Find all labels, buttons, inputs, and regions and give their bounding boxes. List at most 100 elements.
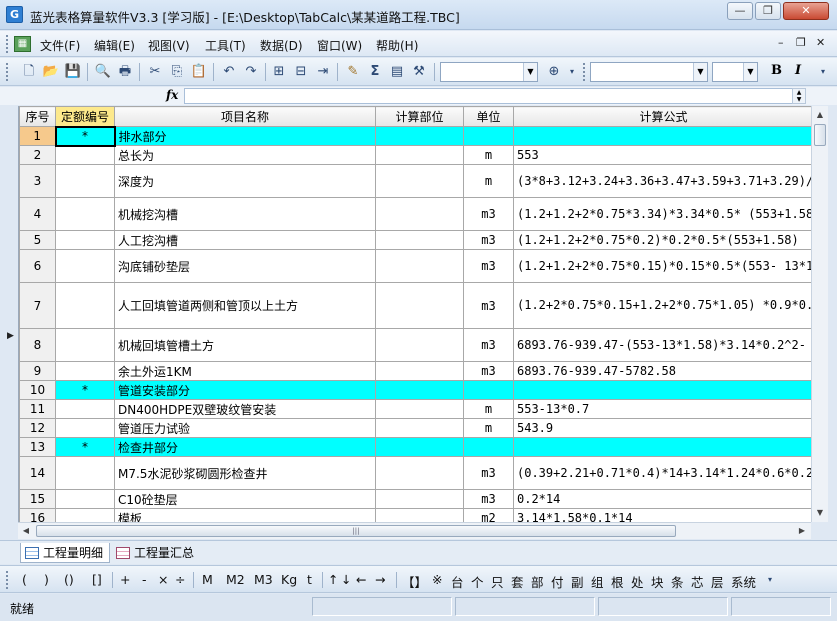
- unit-cell[interactable]: m3: [463, 361, 514, 381]
- toolbar-grip-handle[interactable]: [6, 571, 9, 589]
- formula-cell[interactable]: (1.2+1.2+2*0.75*3.34)*3.34*0.5* (553+1.5…: [513, 197, 811, 231]
- vertical-scrollbar[interactable]: ▲ ▼: [811, 106, 828, 522]
- formula-cell[interactable]: 6893.76-939.47-5782.58: [513, 361, 811, 381]
- insert-child-icon[interactable]: ⊟: [292, 63, 310, 81]
- document-icon[interactable]: ▦: [14, 36, 31, 52]
- formula-cell[interactable]: (1.2+1.2+2*0.75*0.15)*0.15*0.5*(553- 13*…: [513, 249, 811, 283]
- table-row[interactable]: 14 M7.5水泥砂浆砌圆形检查井 m3 (0.39+2.21+0.71*0.4)*1…: [19, 456, 811, 490]
- table-row[interactable]: 5 人工挖沟槽 m3 (1.2+1.2+2*0.75*0.2)*0.2*0.5*(55…: [19, 230, 811, 250]
- scroll-down-icon[interactable]: ▼: [814, 506, 826, 520]
- arrow-down-symbol[interactable]: ↓: [341, 572, 351, 587]
- row-number-cell[interactable]: 11: [19, 399, 56, 419]
- tools-icon[interactable]: ⚒: [410, 63, 428, 81]
- symbol-left-paren[interactable]: (: [22, 572, 27, 587]
- unit-cell[interactable]: m3: [463, 249, 514, 283]
- row-number-cell[interactable]: 3: [19, 164, 56, 198]
- row-number-cell[interactable]: 4: [19, 197, 56, 231]
- left-splitter[interactable]: ▶: [0, 106, 17, 539]
- word-gen[interactable]: 根: [611, 572, 624, 591]
- table-row[interactable]: 12 管道压力试验 m 543.9: [19, 418, 811, 438]
- item-name-cell[interactable]: 总长为: [114, 145, 376, 165]
- toolbar-overflow-icon[interactable]: ▾: [764, 571, 776, 589]
- copy-icon[interactable]: ⎘: [168, 63, 186, 81]
- unit-cell[interactable]: m: [463, 164, 514, 198]
- row-number-cell[interactable]: 15: [19, 489, 56, 509]
- calc-location-cell[interactable]: [375, 399, 464, 419]
- mdi-minimize-button[interactable]: –: [778, 36, 784, 49]
- mdi-close-button[interactable]: ✕: [816, 36, 825, 49]
- item-name-cell[interactable]: C10砼垫层: [114, 489, 376, 509]
- arrow-up-symbol[interactable]: ↑: [328, 572, 338, 587]
- quota-code-cell[interactable]: *: [55, 437, 115, 457]
- table-row[interactable]: 3 深度为 m (3*8+3.12+3.24+3.36+3.47+3.59+3.71+…: [19, 164, 811, 198]
- section-row[interactable]: 10 * 管道安装部分: [19, 380, 811, 400]
- item-name-cell[interactable]: 机械回填管槽土方: [114, 328, 376, 362]
- word-zhi[interactable]: 只: [491, 572, 504, 591]
- formula-cell[interactable]: 553: [513, 145, 811, 165]
- unit-cell[interactable]: m3: [463, 489, 514, 509]
- item-name-cell[interactable]: 人工回填管道两侧和管顶以上土方: [114, 282, 376, 329]
- delete-row-icon[interactable]: ⇥: [314, 63, 332, 81]
- quota-code-cell[interactable]: [55, 489, 115, 509]
- print-preview-icon[interactable]: 🔍: [94, 63, 112, 81]
- calc-location-cell[interactable]: [375, 145, 464, 165]
- calc-location-cell[interactable]: [375, 197, 464, 231]
- header-item-name[interactable]: 项目名称: [114, 106, 376, 127]
- calc-icon[interactable]: ▤: [388, 63, 406, 81]
- toolbar-overflow-icon[interactable]: ▾: [817, 63, 829, 81]
- tab-quantity-summary[interactable]: 工程量汇总: [112, 543, 200, 563]
- row-number-cell[interactable]: 13: [19, 437, 56, 457]
- table-row[interactable]: 15 C10砼垫层 m3 0.2*14: [19, 489, 811, 509]
- calc-location-cell[interactable]: [375, 380, 464, 400]
- font-size-combobox[interactable]: ▼: [712, 62, 758, 82]
- scroll-right-icon[interactable]: ▶: [796, 525, 808, 537]
- menu-grip-handle[interactable]: [6, 35, 9, 53]
- scroll-up-icon[interactable]: ▲: [814, 108, 826, 122]
- formula-cell[interactable]: (0.39+2.21+0.71*0.4)*14+3.14*1.24*0.6*0.…: [513, 456, 811, 490]
- calc-location-cell[interactable]: [375, 164, 464, 198]
- unit-cell[interactable]: m3: [463, 328, 514, 362]
- word-ge[interactable]: 个: [471, 572, 484, 591]
- calc-location-cell[interactable]: [375, 361, 464, 381]
- cut-icon[interactable]: ✂: [146, 63, 164, 81]
- item-name-cell[interactable]: 沟底铺砂垫层: [114, 249, 376, 283]
- calc-location-cell[interactable]: [375, 418, 464, 438]
- word-chu[interactable]: 处: [631, 572, 644, 591]
- table-row[interactable]: 9 余土外运1KM m3 6893.76-939.47-5782.58: [19, 361, 811, 381]
- unit-m3[interactable]: M3: [254, 572, 273, 587]
- item-name-cell[interactable]: 深度为: [114, 164, 376, 198]
- item-name-cell[interactable]: 管道压力试验: [114, 418, 376, 438]
- menu-view[interactable]: 视图(V): [148, 37, 190, 54]
- formula-cell[interactable]: 3.14*1.58*0.1*14: [513, 508, 811, 522]
- calc-location-cell[interactable]: [375, 328, 464, 362]
- header-formula[interactable]: 计算公式: [513, 106, 811, 127]
- sum-icon[interactable]: Σ: [366, 63, 384, 81]
- row-number-cell[interactable]: 16: [19, 508, 56, 522]
- row-number-cell[interactable]: 1: [19, 126, 56, 146]
- word-ceng[interactable]: 层: [711, 572, 724, 591]
- symbol-multiply[interactable]: ×: [158, 572, 168, 587]
- symbol-right-paren[interactable]: ): [44, 572, 49, 587]
- undo-icon[interactable]: ↶: [220, 63, 238, 81]
- bold-button[interactable]: B: [771, 63, 782, 78]
- chevron-down-icon[interactable]: ▼: [693, 63, 707, 81]
- word-fu[interactable]: 付: [551, 572, 564, 591]
- toolbar-overflow-icon[interactable]: ▾: [566, 63, 578, 81]
- horizontal-scrollbar[interactable]: ◀ ||| ▶: [18, 522, 811, 539]
- font-name-combobox[interactable]: ▼: [590, 62, 708, 82]
- formula-cell[interactable]: [513, 126, 811, 146]
- unit-cell[interactable]: m3: [463, 456, 514, 490]
- menu-window[interactable]: 窗口(W): [317, 37, 362, 54]
- item-name-cell[interactable]: 模板: [114, 508, 376, 522]
- unit-cell[interactable]: m3: [463, 197, 514, 231]
- row-number-cell[interactable]: 10: [19, 380, 56, 400]
- open-folder-icon[interactable]: 📂: [42, 63, 60, 81]
- header-serial[interactable]: 序号: [19, 106, 56, 127]
- menu-tools[interactable]: 工具(T): [205, 37, 246, 54]
- vertical-scroll-thumb[interactable]: [814, 124, 826, 146]
- chevron-down-icon[interactable]: ▼: [523, 63, 537, 81]
- calc-location-cell[interactable]: [375, 508, 464, 522]
- unit-m[interactable]: M: [202, 572, 213, 587]
- insert-picture-icon[interactable]: ⊕: [545, 63, 563, 81]
- symbol-brackets[interactable]: []: [92, 572, 102, 587]
